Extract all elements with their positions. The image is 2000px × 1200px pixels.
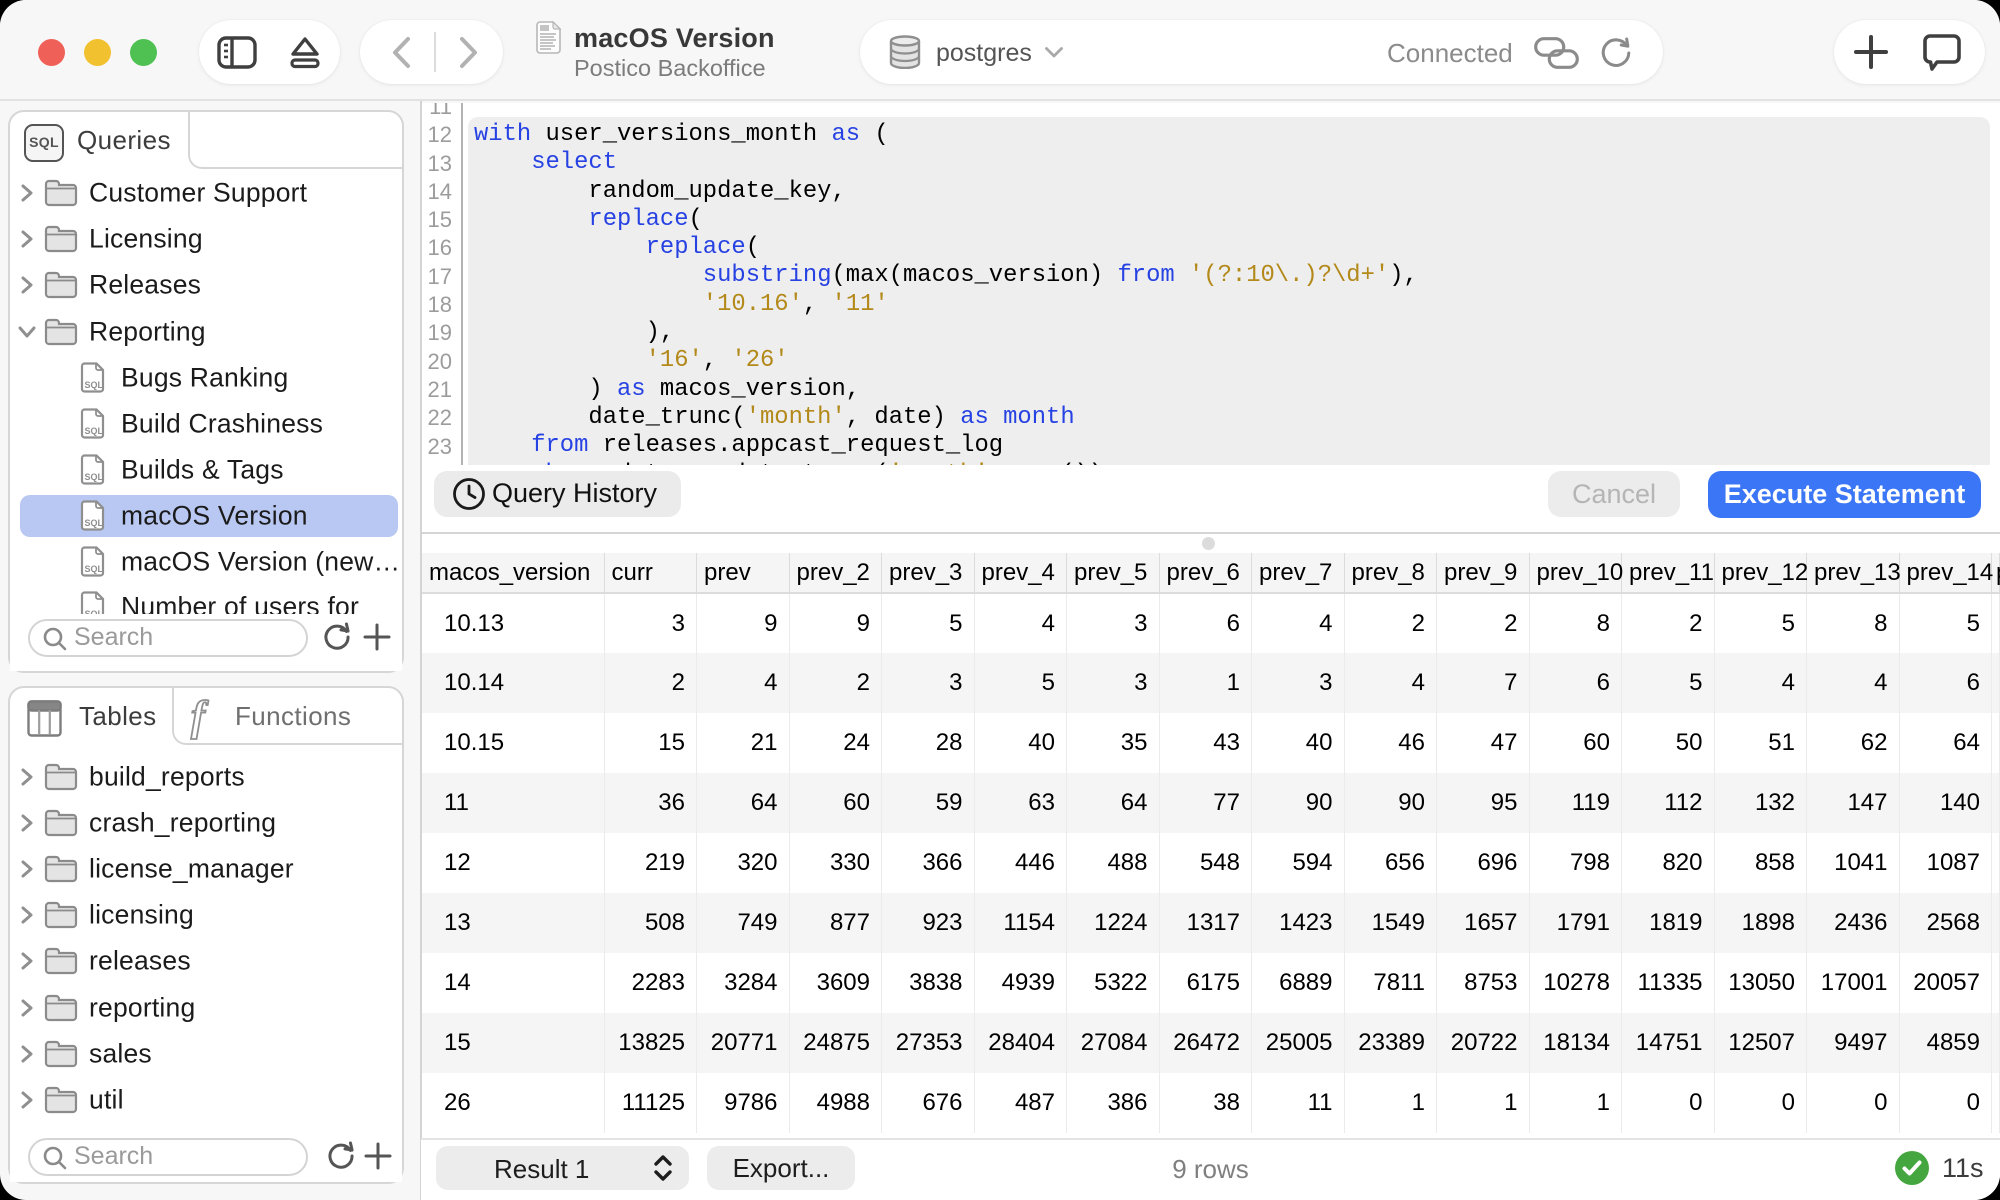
svg-text:f: f xyxy=(191,696,209,740)
